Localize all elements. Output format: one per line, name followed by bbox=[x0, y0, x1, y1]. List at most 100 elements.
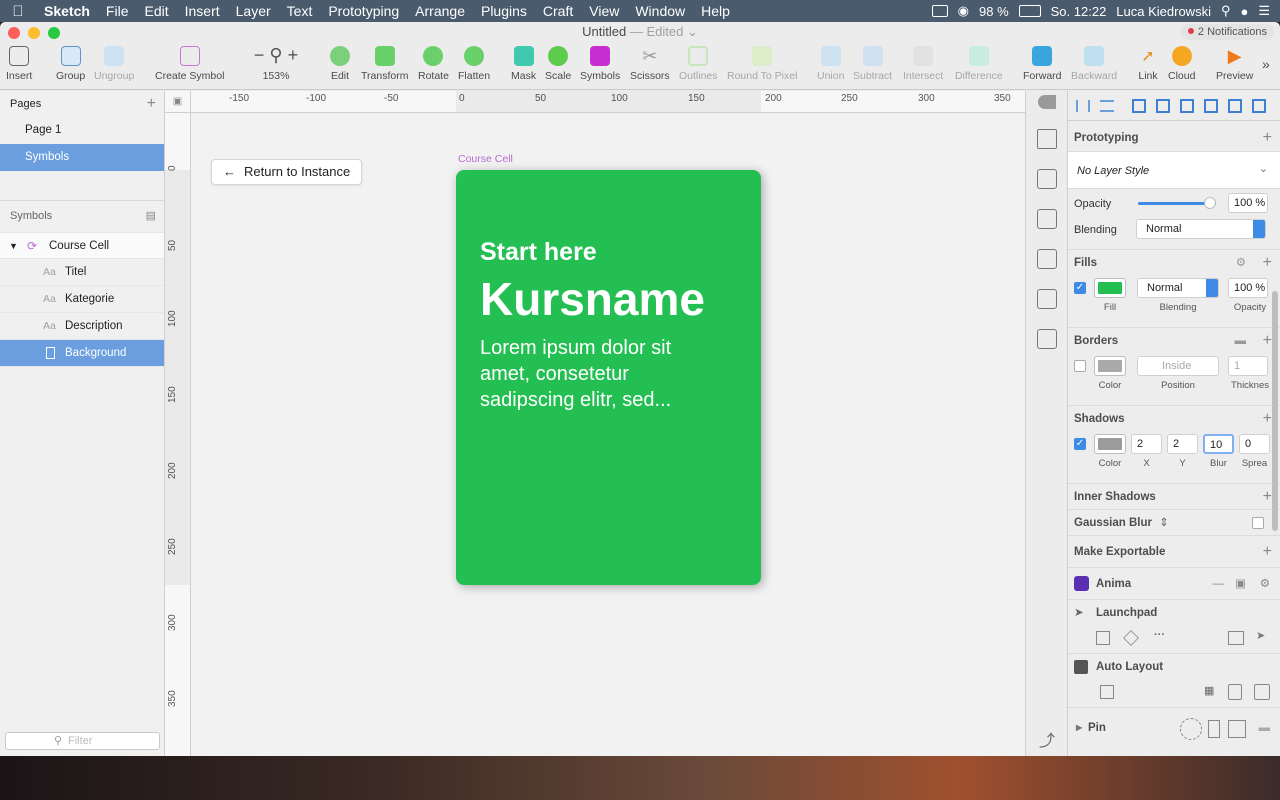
wifi-icon[interactable]: ◉ bbox=[958, 3, 969, 19]
auto-layout-section[interactable]: Auto Layout bbox=[1068, 653, 1280, 679]
fill-blend-select[interactable]: Normal bbox=[1137, 278, 1219, 298]
spotlight-icon[interactable]: ⚲ bbox=[1221, 3, 1231, 19]
layer-style-select[interactable]: No Layer Style ⌄ bbox=[1068, 151, 1280, 189]
inspector-logo-icon[interactable] bbox=[1038, 95, 1056, 109]
backward-button[interactable]: Backward bbox=[1071, 46, 1117, 82]
card-tagline[interactable]: Start here bbox=[480, 238, 737, 267]
layer-background[interactable]: Background bbox=[0, 340, 164, 367]
menu-file[interactable]: File bbox=[98, 3, 137, 19]
notification-center-icon[interactable]: ☰ bbox=[1258, 3, 1270, 19]
menu-window[interactable]: Window bbox=[627, 3, 693, 19]
align-left-icon[interactable] bbox=[1132, 99, 1146, 113]
layout-icon[interactable] bbox=[1037, 249, 1057, 269]
zoom-button[interactable] bbox=[48, 27, 60, 39]
cloud-button[interactable]: Cloud bbox=[1168, 46, 1195, 82]
menu-text[interactable]: Text bbox=[279, 3, 321, 19]
add-border-icon[interactable]: + bbox=[1263, 328, 1272, 354]
chevron-down-icon[interactable]: ⌄ bbox=[687, 24, 698, 39]
add-inner-shadow-icon[interactable]: + bbox=[1263, 484, 1272, 510]
shadow-enabled-checkbox[interactable]: ✓ bbox=[1074, 438, 1086, 450]
symbols-button[interactable]: Symbols bbox=[580, 46, 620, 82]
disclosure-triangle-icon[interactable]: ▶ bbox=[1076, 708, 1082, 748]
disclosure-triangle-icon[interactable]: ▼ bbox=[9, 233, 18, 260]
pin-vertical-icon[interactable] bbox=[1208, 720, 1220, 738]
siri-icon[interactable]: ● bbox=[1240, 4, 1248, 19]
auto-layout-grid-icon[interactable]: ▦ bbox=[1204, 684, 1214, 697]
course-cell-card[interactable]: Start here Kursname Lorem ipsum dolor si… bbox=[456, 170, 761, 585]
scissors-button[interactable]: ✂ Scissors bbox=[630, 46, 670, 82]
lightning-icon[interactable]: ⤴ bbox=[1039, 727, 1055, 751]
add-export-icon[interactable]: + bbox=[1263, 536, 1272, 568]
border-position-select[interactable]: Inside bbox=[1137, 356, 1219, 376]
align-top-icon[interactable] bbox=[1204, 99, 1218, 113]
more-dots-icon[interactable]: ··· bbox=[1154, 629, 1165, 641]
align-middle-icon[interactable] bbox=[1228, 99, 1242, 113]
align-distribute-h-icon[interactable] bbox=[1076, 100, 1090, 112]
shadows-section[interactable]: Shadows + bbox=[1068, 405, 1280, 431]
auto-layout-tablet-icon[interactable] bbox=[1254, 684, 1270, 700]
border-color-swatch[interactable] bbox=[1094, 356, 1126, 376]
layer-description[interactable]: Aa Description bbox=[0, 313, 164, 340]
pin-all-icon[interactable] bbox=[1180, 718, 1202, 740]
collapse-layers-icon[interactable]: ▤ bbox=[146, 201, 156, 232]
launchpad-duplicate-icon[interactable] bbox=[1096, 631, 1110, 645]
horizontal-ruler[interactable]: -150 -100 -50 0 50 100 150 200 250 300 3… bbox=[191, 91, 1025, 113]
border-thickness-input[interactable]: 1 bbox=[1228, 356, 1268, 376]
airplay-icon[interactable] bbox=[931, 5, 948, 17]
minimize-button[interactable] bbox=[28, 27, 40, 39]
launchpad-rocket-icon[interactable]: ➤ bbox=[1256, 629, 1265, 642]
make-exportable-section[interactable]: Make Exportable + bbox=[1068, 535, 1280, 567]
anima-section[interactable]: Anima — ▣ ⚙ bbox=[1068, 567, 1280, 599]
close-button[interactable] bbox=[8, 27, 20, 39]
zoom-control[interactable]: − ⚲ +153% bbox=[251, 46, 301, 82]
fill-color-swatch[interactable] bbox=[1094, 278, 1126, 298]
layer-kategorie[interactable]: Aa Kategorie bbox=[0, 286, 164, 313]
apple-icon[interactable]:  bbox=[0, 3, 36, 20]
align-distribute-v-icon[interactable] bbox=[1100, 100, 1114, 112]
battery-icon[interactable] bbox=[1018, 5, 1041, 17]
auto-layout-artboard-icon[interactable] bbox=[1100, 685, 1114, 699]
battery-percent[interactable]: 98 % bbox=[979, 4, 1009, 19]
blending-select[interactable]: Normal bbox=[1136, 219, 1266, 239]
overflow-chevron-icon[interactable]: » bbox=[1262, 56, 1270, 72]
filter-input[interactable]: ⚲ Filter bbox=[5, 732, 160, 750]
group-button[interactable]: Group bbox=[56, 46, 85, 82]
insert-button[interactable]: Insert bbox=[6, 46, 32, 82]
menu-arrange[interactable]: Arrange bbox=[407, 3, 473, 19]
anima-panel-icon[interactable]: ▣ bbox=[1235, 568, 1246, 600]
shadow-y-input[interactable]: 2 bbox=[1167, 434, 1198, 454]
chevron-updown-icon[interactable]: ⇕ bbox=[1159, 517, 1169, 529]
menu-layer[interactable]: Layer bbox=[228, 3, 279, 19]
prototyping-section[interactable]: Prototyping + bbox=[1068, 125, 1280, 151]
rotate-button[interactable]: Rotate bbox=[418, 46, 449, 82]
shadow-x-input[interactable]: 2 bbox=[1131, 434, 1162, 454]
artboard-label[interactable]: Course Cell bbox=[458, 153, 513, 165]
auto-layout-device-icon[interactable] bbox=[1228, 684, 1242, 700]
fills-settings-gear-icon[interactable]: ⚙ bbox=[1236, 250, 1246, 276]
shadow-spread-input[interactable]: 0 bbox=[1239, 434, 1270, 454]
menu-view[interactable]: View bbox=[581, 3, 627, 19]
preview-button[interactable]: ▶ Preview bbox=[1216, 46, 1253, 82]
scale-button[interactable]: Scale bbox=[545, 46, 571, 82]
canvas[interactable]: ← Return to Instance Course Cell Start he… bbox=[191, 113, 1025, 756]
launchpad-cube-icon[interactable] bbox=[1123, 630, 1139, 646]
ungroup-button[interactable]: Ungroup bbox=[94, 46, 134, 82]
vertical-ruler[interactable]: 0 50 100 150 200 250 300 350 bbox=[165, 113, 191, 756]
create-symbol-button[interactable]: Create Symbol bbox=[155, 46, 224, 82]
menu-prototyping[interactable]: Prototyping bbox=[320, 3, 407, 19]
borders-section[interactable]: Borders ▬ + bbox=[1068, 327, 1280, 353]
inner-shadows-section[interactable]: Inner Shadows + bbox=[1068, 483, 1280, 509]
anima-minimize-icon[interactable]: — bbox=[1213, 568, 1225, 600]
launchpad-section[interactable]: ➤ Launchpad bbox=[1068, 599, 1280, 625]
edited-label[interactable]: — Edited bbox=[630, 24, 683, 39]
menu-plugins[interactable]: Plugins bbox=[473, 3, 535, 19]
align-bottom-icon[interactable] bbox=[1252, 99, 1266, 113]
intersect-button[interactable]: Intersect bbox=[903, 46, 943, 82]
document-icon[interactable] bbox=[1037, 209, 1057, 229]
pin-section[interactable]: ▶ Pin ▬ bbox=[1068, 707, 1280, 747]
page-item-page-1[interactable]: Page 1 bbox=[0, 117, 164, 144]
opacity-slider[interactable] bbox=[1138, 197, 1216, 209]
add-page-icon[interactable]: + bbox=[147, 91, 156, 117]
card-title[interactable]: Kursname bbox=[480, 273, 737, 325]
align-right-icon[interactable] bbox=[1180, 99, 1194, 113]
